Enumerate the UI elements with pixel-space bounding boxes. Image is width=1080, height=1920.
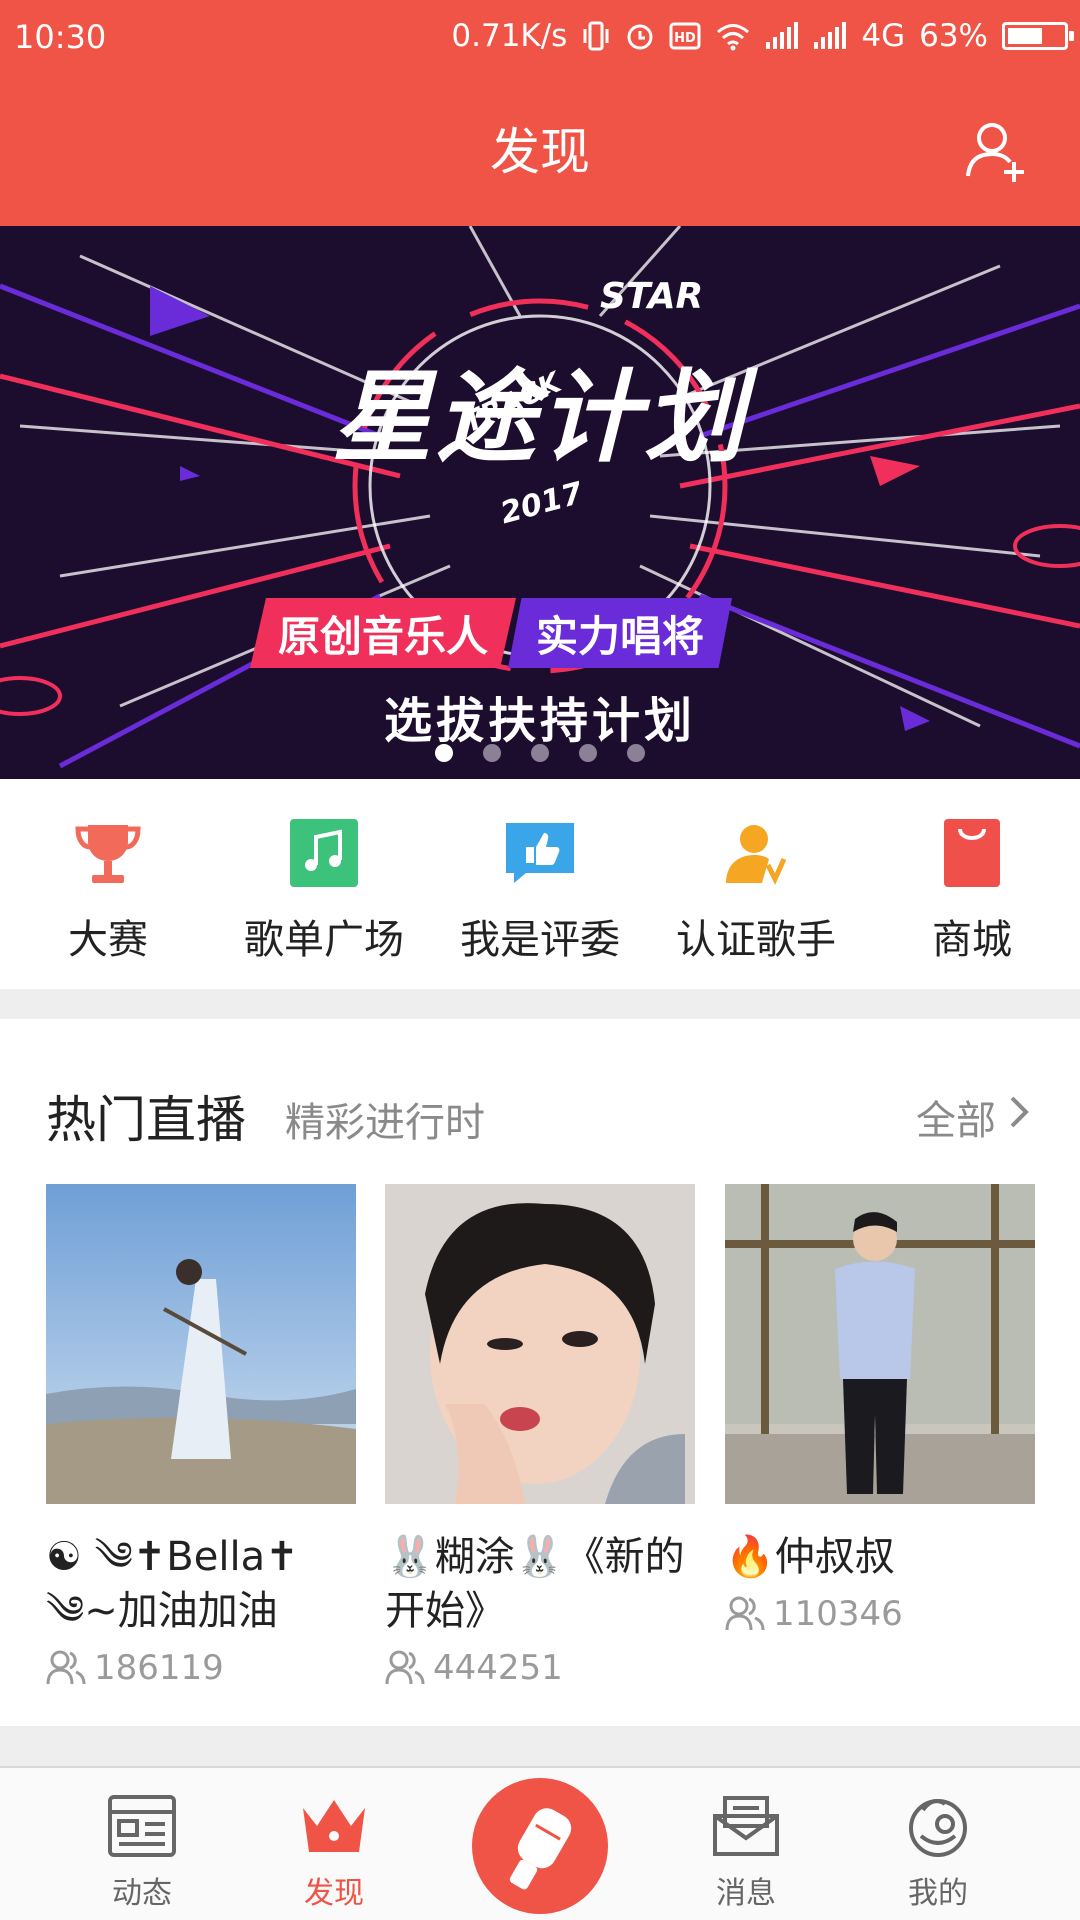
entry-label: 大赛 <box>68 917 148 963</box>
alarm-icon <box>625 20 655 52</box>
section-divider <box>0 989 1080 1019</box>
status-time: 10:30 <box>14 18 107 56</box>
tab-label: 消息 <box>716 1876 776 1911</box>
streamer-name: 🐰糊涂🐰《新的开始》 <box>385 1534 685 1634</box>
entry-label: 我是评委 <box>460 917 620 963</box>
battery-percent: 63% <box>919 18 988 54</box>
page-title: 发现 <box>490 123 590 181</box>
section-subtitle: 精彩进行时 <box>285 1100 485 1146</box>
promo-banner[interactable]: STAR TRACK 星途计划 2017 原创音乐人 实力唱将 选拔扶持计划 <box>0 226 1080 779</box>
banner-logo-title: 星途计划 <box>332 359 748 476</box>
battery-icon <box>1002 22 1074 50</box>
hd-icon: HD <box>669 22 701 50</box>
record-button[interactable] <box>472 1778 608 1914</box>
top-bar: 10:30 0.71K/s HD 4G 63% 发现 <box>0 0 1080 226</box>
streamer-name: ☯ ༄✝Bella✝ ༄~加油加油 <box>46 1534 299 1634</box>
viewer-count: 186119 <box>46 1648 356 1688</box>
viewers-icon <box>385 1650 425 1685</box>
add-user-icon[interactable] <box>964 118 1030 184</box>
live-card[interactable]: 🔥仲叔叔 110346 <box>725 1184 1035 1634</box>
carousel-dot[interactable] <box>435 744 453 762</box>
banner-subtitle: 选拔扶持计划 <box>383 693 696 749</box>
carousel-dot[interactable] <box>627 744 645 762</box>
tab-label: 动态 <box>112 1876 172 1911</box>
streamer-name: 🔥仲叔叔 <box>725 1534 895 1580</box>
microphone-icon <box>509 1808 572 1890</box>
quick-entries: 大赛 歌单广场 我是评委 认证歌手 商城 <box>0 779 1080 989</box>
signal-icon <box>765 22 799 50</box>
signal-icon <box>813 22 847 50</box>
status-bar: 10:30 0.71K/s HD 4G 63% <box>0 0 1080 76</box>
banner-tags: 原创音乐人 实力唱将 <box>250 598 733 668</box>
profile-icon <box>903 1794 973 1858</box>
live-thumbnail[interactable] <box>46 1184 356 1504</box>
tab-discover[interactable]: 发现 <box>254 1768 414 1920</box>
banner-tag-right: 实力唱将 <box>508 598 733 668</box>
live-card[interactable]: 🐰糊涂🐰《新的开始》 444251 <box>385 1184 695 1688</box>
network-type: 4G <box>861 18 906 54</box>
message-icon <box>711 1794 781 1858</box>
banner-tag-left: 原创音乐人 <box>250 598 517 668</box>
battery-fill <box>1008 28 1042 44</box>
entry-label: 认证歌手 <box>676 917 836 963</box>
tab-messages[interactable]: 消息 <box>666 1768 826 1920</box>
viewers-icon <box>46 1650 86 1685</box>
verified-singer-icon <box>722 819 790 887</box>
viewer-count-value: 110346 <box>773 1594 903 1634</box>
carousel-indicator[interactable] <box>0 744 1080 762</box>
view-all-label: 全部 <box>916 1098 996 1144</box>
feed-icon <box>107 1794 177 1858</box>
svg-text:HD: HD <box>675 31 697 46</box>
entry-mall[interactable]: 商城 <box>864 779 1080 989</box>
entry-playlist-square[interactable]: 歌单广场 <box>216 779 432 989</box>
live-card[interactable]: ☯ ༄✝Bella✝ ༄~加油加油 186119 <box>46 1184 356 1688</box>
trophy-icon <box>74 819 142 887</box>
section-title: 热门直播 <box>46 1091 246 1149</box>
shopping-bag-icon <box>938 819 1006 887</box>
live-list: ☯ ༄✝Bella✝ ༄~加油加油 186119 🐰糊涂🐰《新的开始》 4442… <box>0 1184 1080 1704</box>
entry-label: 商城 <box>932 917 1012 963</box>
live-thumbnail[interactable] <box>385 1184 695 1504</box>
vibrate-icon <box>581 20 611 52</box>
entry-verified-singer[interactable]: 认证歌手 <box>648 779 864 989</box>
view-all-link[interactable]: 全部 <box>916 1088 1030 1146</box>
banner-logo-star: STAR <box>600 276 704 317</box>
status-right: 0.71K/s HD 4G 63% <box>451 18 1074 54</box>
viewer-count-value: 186119 <box>94 1648 224 1688</box>
entry-judge[interactable]: 我是评委 <box>432 779 648 989</box>
viewer-count: 444251 <box>385 1648 695 1688</box>
wifi-icon <box>715 21 751 51</box>
chevron-right-icon <box>1008 1094 1030 1140</box>
section-divider <box>0 1726 1080 1766</box>
tab-label: 我的 <box>908 1876 968 1911</box>
carousel-dot[interactable] <box>483 744 501 762</box>
carousel-dot[interactable] <box>579 744 597 762</box>
entry-label: 歌单广场 <box>244 917 404 963</box>
live-thumbnail[interactable] <box>725 1184 1035 1504</box>
viewers-icon <box>725 1596 765 1631</box>
carousel-dot[interactable] <box>531 744 549 762</box>
music-note-icon <box>290 819 358 887</box>
net-speed: 0.71K/s <box>451 18 568 54</box>
thumbs-up-icon <box>506 819 574 887</box>
viewer-count: 110346 <box>725 1594 1035 1634</box>
crown-icon <box>299 1794 369 1858</box>
tab-feed[interactable]: 动态 <box>62 1768 222 1920</box>
tab-label: 发现 <box>304 1876 364 1911</box>
entry-contest[interactable]: 大赛 <box>0 779 216 989</box>
tab-me[interactable]: 我的 <box>858 1768 1018 1920</box>
viewer-count-value: 444251 <box>433 1648 563 1688</box>
